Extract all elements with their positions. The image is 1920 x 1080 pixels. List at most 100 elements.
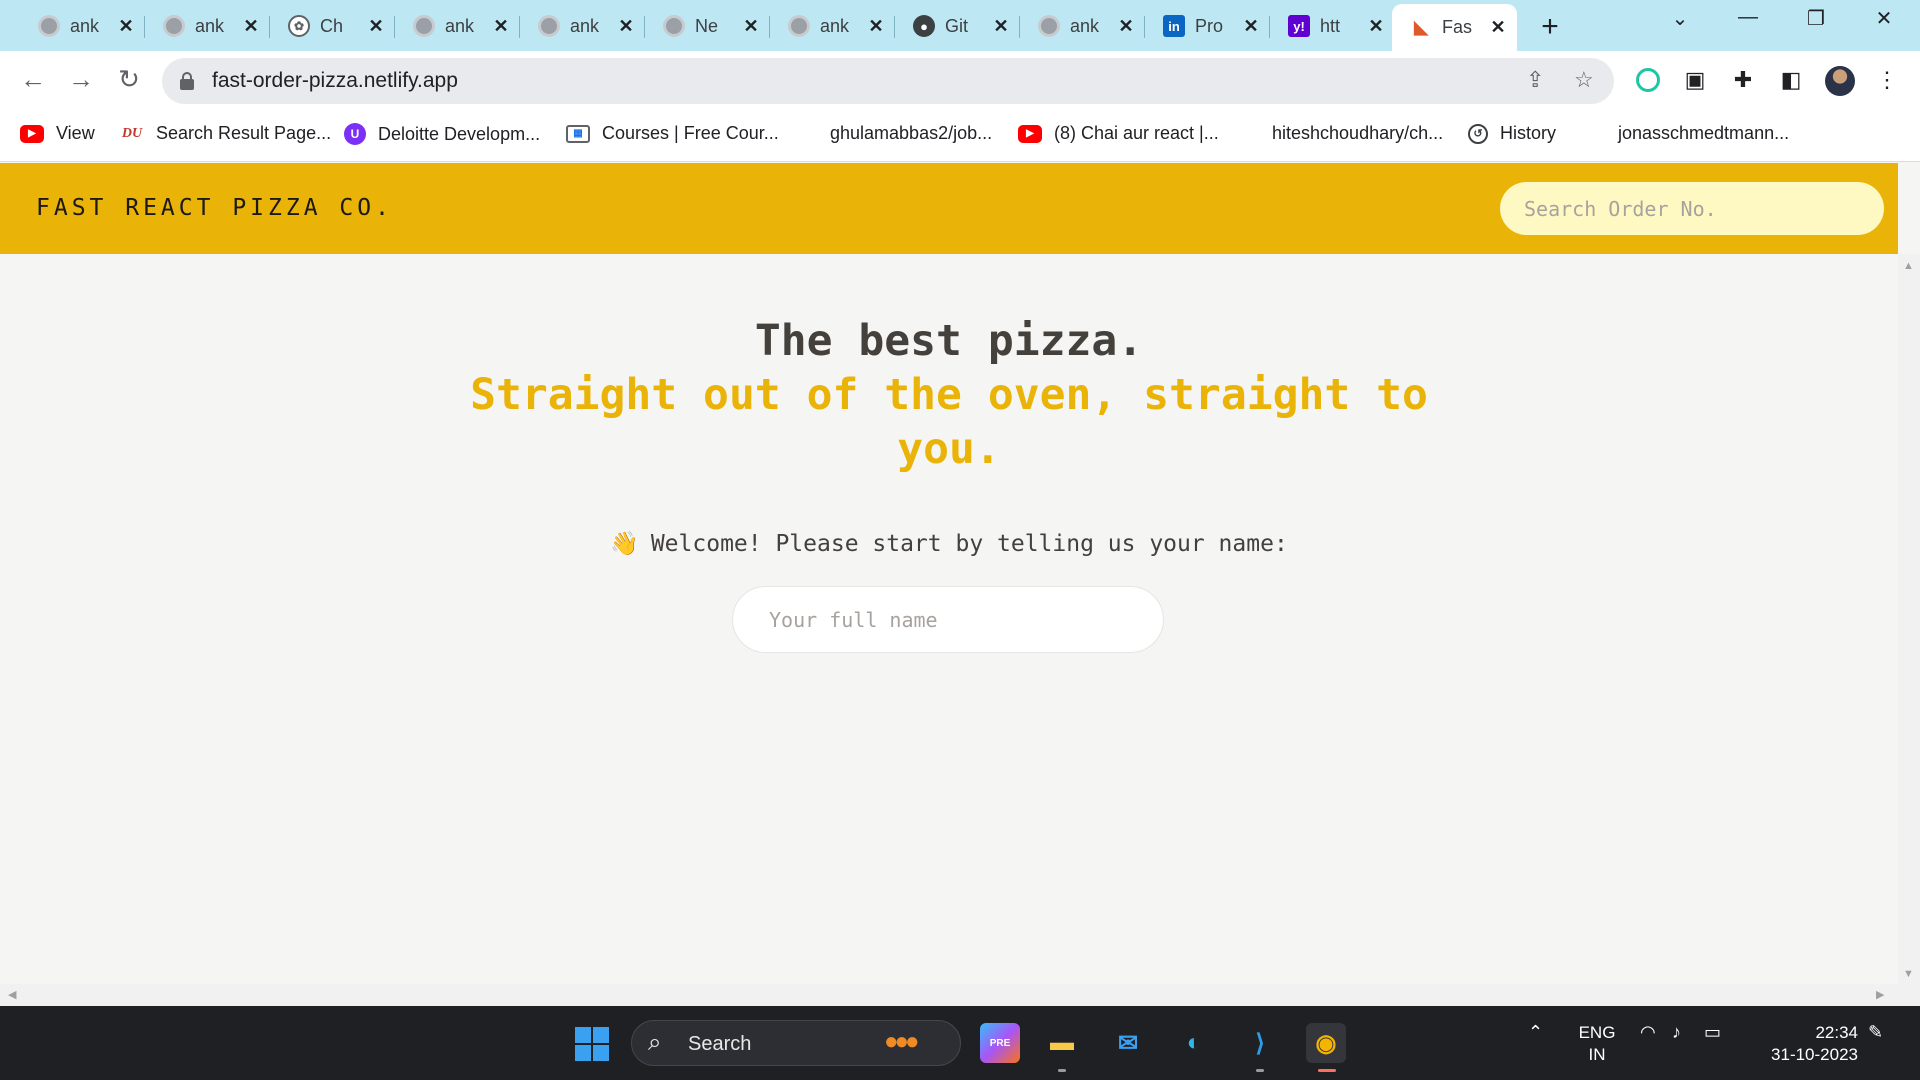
back-arrow-icon[interactable]: ← bbox=[16, 64, 50, 95]
browser-tab[interactable]: ank ✕ bbox=[520, 6, 645, 46]
close-window-button[interactable]: ✕ bbox=[1864, 6, 1904, 31]
close-tab-icon[interactable]: ✕ bbox=[492, 16, 510, 37]
mail-icon[interactable]: ✉ bbox=[1108, 1023, 1148, 1063]
linkedin-icon: in bbox=[1163, 15, 1185, 37]
browser-tab[interactable]: ank ✕ bbox=[20, 6, 145, 46]
chrome-icon[interactable]: ◉ bbox=[1306, 1023, 1346, 1072]
file-explorer-icon[interactable]: ▬ bbox=[1042, 1023, 1082, 1072]
browser-tab[interactable]: in Pro ✕ bbox=[1145, 6, 1270, 46]
tab-search-chevron-icon[interactable]: ⌄ bbox=[1660, 6, 1700, 31]
tab-title: ank bbox=[570, 15, 600, 36]
scroll-left-arrow-icon[interactable]: ◀ bbox=[8, 988, 16, 1001]
tab-title: ank bbox=[820, 15, 850, 36]
notification-icon[interactable]: ✎ bbox=[1868, 1022, 1883, 1043]
taskbar-search-box[interactable]: ⌕ Search ●●● bbox=[631, 1020, 961, 1066]
address-bar[interactable]: fast-order-pizza.netlify.app ⇪ ☆ bbox=[162, 58, 1614, 104]
close-tab-icon[interactable]: ✕ bbox=[1489, 17, 1507, 38]
bookmark-item[interactable]: ghulamabbas2/job... bbox=[830, 123, 992, 144]
show-hidden-icons-chevron-icon[interactable]: ⌃ bbox=[1528, 1022, 1543, 1043]
new-tab-button[interactable]: + bbox=[1535, 10, 1565, 44]
forward-arrow-icon[interactable]: → bbox=[64, 64, 98, 95]
close-tab-icon[interactable]: ✕ bbox=[117, 16, 135, 37]
browser-tab[interactable]: Ne ✕ bbox=[645, 6, 770, 46]
du-icon: DU bbox=[121, 125, 143, 141]
bookmark-label: Deloitte Developm... bbox=[378, 123, 541, 144]
close-tab-icon[interactable]: ✕ bbox=[242, 16, 260, 37]
welcome-message: 👋 Welcome! Please start by telling us you… bbox=[0, 530, 1898, 557]
bookmark-item[interactable]: ▶ (8) Chai aur react |... bbox=[1018, 123, 1219, 144]
scroll-down-arrow-icon[interactable]: ▼ bbox=[1903, 968, 1914, 980]
bookmark-item[interactable]: ▦ Courses | Free Cour... bbox=[566, 123, 779, 144]
pizza-icon: ◣ bbox=[1414, 17, 1428, 37]
browser-tab[interactable]: y! htt ✕ bbox=[1270, 6, 1395, 46]
profile-avatar[interactable] bbox=[1825, 66, 1855, 96]
bookmark-star-icon[interactable]: ☆ bbox=[1574, 67, 1594, 93]
welcome-text: Welcome! Please start by telling us your… bbox=[650, 531, 1288, 557]
share-icon[interactable]: ⇪ bbox=[1526, 67, 1544, 93]
extension-ring-icon[interactable] bbox=[1636, 68, 1660, 92]
bookmark-item[interactable]: DU Search Result Page... bbox=[120, 123, 331, 144]
battery-icon[interactable]: ▭ bbox=[1704, 1022, 1721, 1043]
windows-start-icon[interactable] bbox=[575, 1027, 609, 1061]
waving-hand-icon: 👋 bbox=[610, 531, 639, 557]
reload-icon[interactable]: ↻ bbox=[112, 64, 146, 95]
close-tab-icon[interactable]: ✕ bbox=[742, 16, 760, 37]
menu-kebab-icon[interactable]: ⋮ bbox=[1872, 65, 1902, 95]
minimize-button[interactable]: — bbox=[1728, 6, 1768, 29]
tab-title: Git bbox=[945, 15, 969, 36]
close-tab-icon[interactable]: ✕ bbox=[367, 16, 385, 37]
globe-icon bbox=[663, 15, 685, 37]
bookmarks-bar: ▶ View DU Search Result Page... U Deloitte … bbox=[0, 111, 1920, 162]
browser-tab[interactable]: ank ✕ bbox=[395, 6, 520, 46]
bookmark-item[interactable]: hiteshchoudhary/ch... bbox=[1272, 123, 1443, 144]
browser-tab[interactable]: ank ✕ bbox=[145, 6, 270, 46]
main-content: The best pizza. Straight out of the oven… bbox=[0, 254, 1898, 986]
browser-tab[interactable]: ank ✕ bbox=[770, 6, 895, 46]
close-tab-icon[interactable]: ✕ bbox=[1117, 16, 1135, 37]
youtube-icon: ▶ bbox=[20, 124, 44, 143]
bookmark-item[interactable]: ▶ View bbox=[20, 123, 95, 144]
volume-icon[interactable]: ♪ bbox=[1672, 1022, 1681, 1043]
url-text[interactable]: fast-order-pizza.netlify.app bbox=[212, 69, 458, 93]
restore-button[interactable]: ❐ bbox=[1796, 6, 1836, 31]
browser-tab[interactable]: ● Git ✕ bbox=[895, 6, 1020, 46]
hero-heading-line2: Straight out of the oven, straight to yo… bbox=[470, 370, 1428, 474]
close-tab-icon[interactable]: ✕ bbox=[992, 16, 1010, 37]
vscode-icon[interactable]: ⟩ bbox=[1240, 1023, 1280, 1072]
tab-title: htt bbox=[1320, 15, 1341, 36]
extensions-puzzle-icon[interactable]: ✚ bbox=[1728, 65, 1758, 95]
edge-icon[interactable]: ◐ bbox=[1174, 1023, 1214, 1063]
bookmark-item[interactable]: ↺ History bbox=[1468, 123, 1556, 144]
tab-title: Ne bbox=[695, 15, 719, 36]
lock-icon[interactable] bbox=[180, 72, 194, 90]
scroll-up-arrow-icon[interactable]: ▲ bbox=[1903, 260, 1914, 272]
side-panel-icon[interactable]: ◧ bbox=[1776, 65, 1806, 95]
language-indicator[interactable]: ENG IN bbox=[1578, 1022, 1616, 1066]
scroll-right-arrow-icon[interactable]: ▶ bbox=[1876, 988, 1884, 1001]
bookmark-label: Courses | Free Cour... bbox=[602, 123, 779, 143]
order-search-input[interactable] bbox=[1500, 182, 1884, 235]
bookmark-item[interactable]: U Deloitte Developm... bbox=[344, 123, 540, 145]
close-tab-icon[interactable]: ✕ bbox=[1242, 16, 1260, 37]
clock-time: 22:34 bbox=[1815, 1023, 1858, 1042]
close-tab-icon[interactable]: ✕ bbox=[617, 16, 635, 37]
wifi-icon[interactable]: ◠ bbox=[1640, 1022, 1656, 1043]
copilot-icon[interactable]: PRE bbox=[980, 1023, 1020, 1063]
brand-logo-link[interactable]: FAST REACT PIZZA CO. bbox=[36, 195, 393, 221]
horizontal-scrollbar[interactable]: ◀ ▶ bbox=[0, 984, 1920, 1006]
history-icon: ↺ bbox=[1468, 123, 1488, 144]
bookmark-item[interactable]: jonasschmedtmann... bbox=[1618, 123, 1789, 144]
browser-tab[interactable]: ✿ Ch ✕ bbox=[270, 6, 395, 46]
app-header: FAST REACT PIZZA CO. bbox=[0, 163, 1898, 254]
browser-tab-active[interactable]: ◣ Fas ✕ bbox=[1392, 4, 1517, 51]
full-name-input[interactable] bbox=[732, 586, 1164, 653]
tab-title: ank bbox=[195, 15, 225, 36]
hero-heading-line1: The best pizza. bbox=[754, 316, 1144, 366]
globe-icon bbox=[413, 15, 435, 37]
vertical-scrollbar[interactable]: ▲ ▼ bbox=[1898, 254, 1920, 984]
close-tab-icon[interactable]: ✕ bbox=[867, 16, 885, 37]
browser-tab[interactable]: ank ✕ bbox=[1020, 6, 1145, 46]
close-tab-icon[interactable]: ✕ bbox=[1367, 16, 1385, 37]
picture-in-picture-icon[interactable]: ▣ bbox=[1680, 65, 1710, 95]
system-clock[interactable]: 22:34 31-10-2023 bbox=[1752, 1022, 1858, 1066]
